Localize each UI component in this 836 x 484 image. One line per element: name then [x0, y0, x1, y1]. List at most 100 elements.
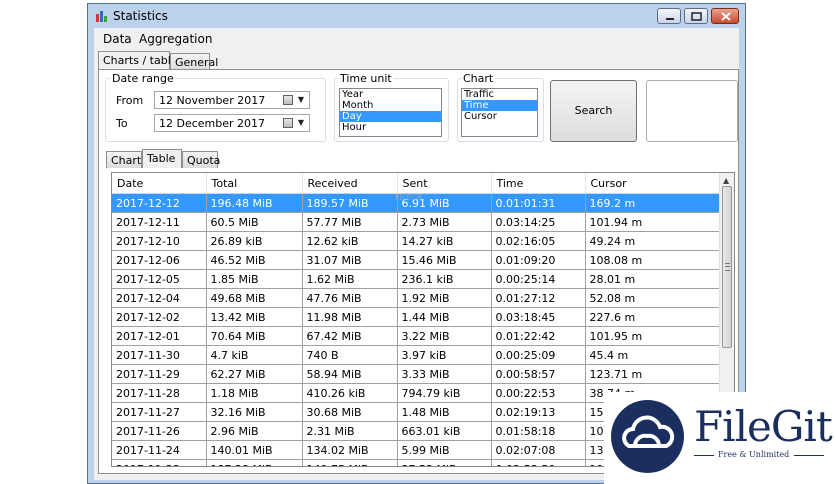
table-row[interactable]: 2017-12-10 26.89 kiB 12.62 kiB 14.27 kiB 0.0…	[112, 231, 722, 251]
table-cell-received: 134.02 MiB	[302, 440, 398, 460]
table-cell-received: 12.62 kiB	[302, 231, 398, 251]
table-cell-cursor: 49.24 m	[585, 231, 722, 251]
from-date-picker[interactable]: 12 November 2017 ▼	[154, 91, 310, 109]
search-button[interactable]: Search	[550, 80, 637, 142]
table-row[interactable]: 2017-11-29 62.27 MiB 58.94 MiB 3.33 MiB 0.00…	[112, 364, 722, 384]
table-cell-date: 2017-11-30	[112, 345, 207, 365]
chart-label: Chart	[461, 72, 496, 85]
table-cell-total: 140.01 MiB	[206, 440, 303, 460]
time-unit-option-day[interactable]: Day	[340, 111, 441, 122]
chart-option-cursor[interactable]: Cursor	[462, 111, 537, 122]
column-header-sent[interactable]: Sent	[397, 173, 492, 194]
table-cell-received: 189.57 MiB	[302, 193, 398, 213]
bar-chart-icon	[96, 11, 107, 22]
table-cell-date: 2017-11-27	[112, 402, 207, 422]
table-row[interactable]: 2017-12-01 70.64 MiB 67.42 MiB 3.22 MiB 0.01…	[112, 326, 722, 346]
column-header-cursor[interactable]: Cursor	[585, 173, 722, 194]
table-cell-date: 2017-12-04	[112, 288, 207, 308]
table-cell-time: 0.00:25:09	[491, 345, 586, 365]
table-cell-total: 4.7 kiB	[206, 345, 303, 365]
table-row[interactable]: 2017-11-30 4.7 kiB 740 B 3.97 kiB 0.00:25:09…	[112, 345, 722, 365]
table-cell-time: 0.01:27:12	[491, 288, 586, 308]
table-cell-time: 0.02:07:08	[491, 440, 586, 460]
maximize-button[interactable]	[684, 8, 708, 24]
table-cell-date: 2017-12-06	[112, 250, 207, 270]
time-unit-option-hour[interactable]: Hour	[340, 122, 441, 133]
table-cell-time: 0.00:22:53	[491, 383, 586, 403]
table-cell-total: 2.96 MiB	[206, 421, 303, 441]
table-cell-received: 410.26 kiB	[302, 383, 398, 403]
table-cell-sent: 2.73 MiB	[397, 212, 492, 232]
table-cell-received: 58.94 MiB	[302, 364, 398, 384]
table-cell-sent: 5.99 MiB	[397, 440, 492, 460]
tagline-rule-left	[694, 455, 714, 456]
table-cell-total: 70.64 MiB	[206, 326, 303, 346]
to-label: To	[116, 117, 128, 130]
tab-chart[interactable]: Chart	[106, 151, 142, 168]
table-cell-time: 0.03:53:50	[491, 459, 586, 466]
calendar-icon	[283, 95, 293, 105]
scroll-up-icon[interactable]: ▲	[723, 176, 729, 185]
to-date-value: 12 December 2017	[159, 117, 266, 130]
chevron-down-icon: ▼	[297, 118, 304, 127]
table-cell-date: 2017-11-28	[112, 383, 207, 403]
table-cell-time: 0.01:09:20	[491, 250, 586, 270]
menu-aggregation[interactable]: Aggregation	[139, 32, 212, 46]
table-cell-time: 0.03:14:25	[491, 212, 586, 232]
chart-option-time[interactable]: Time	[462, 100, 537, 111]
cloud-logo-icon	[611, 400, 684, 473]
time-unit-option-month[interactable]: Month	[340, 100, 441, 111]
column-header-received[interactable]: Received	[302, 173, 398, 194]
table-row[interactable]: 2017-12-05 1.85 MiB 1.62 MiB 236.1 kiB 0.00:…	[112, 269, 722, 289]
table-cell-time: 0.03:18:45	[491, 307, 586, 327]
table-row[interactable]: 2017-12-02 13.42 MiB 11.98 MiB 1.44 MiB 0.03…	[112, 307, 722, 327]
table-cell-received: 30.68 MiB	[302, 402, 398, 422]
table-cell-time: 0.02:16:05	[491, 231, 586, 251]
table-cell-sent: 1.44 MiB	[397, 307, 492, 327]
table-cell-time: 0.01:58:18	[491, 421, 586, 441]
table-cell-total: 46.52 MiB	[206, 250, 303, 270]
table-cell-time: 0.00:58:57	[491, 364, 586, 384]
table-cell-date: 2017-12-10	[112, 231, 207, 251]
to-date-picker[interactable]: 12 December 2017 ▼	[154, 114, 310, 132]
table-cell-total: 1.18 MiB	[206, 383, 303, 403]
tab-charts-tables[interactable]: Charts / tables	[98, 51, 183, 70]
time-unit-option-year[interactable]: Year	[340, 89, 441, 100]
menu-data[interactable]: Data	[103, 32, 132, 46]
table-cell-sent: 3.22 MiB	[397, 326, 492, 346]
table-cell-sent: 15.46 MiB	[397, 250, 492, 270]
minimize-button[interactable]	[657, 8, 681, 24]
table-cell-total: 196.48 MiB	[206, 193, 303, 213]
table-cell-time: 0.01:22:42	[491, 326, 586, 346]
scrollbar-thumb[interactable]	[722, 186, 732, 348]
chart-listbox[interactable]: Traffic Time Cursor	[461, 88, 538, 137]
table-cell-date: 2017-12-02	[112, 307, 207, 327]
tab-table[interactable]: Table	[142, 149, 182, 168]
table-cell-received: 57.77 MiB	[302, 212, 398, 232]
table-cell-cursor: 101.95 m	[585, 326, 722, 346]
table-cell-cursor: 108.08 m	[585, 250, 722, 270]
table-cell-sent: 1.92 MiB	[397, 288, 492, 308]
table-cell-date: 2017-11-23	[112, 459, 207, 466]
table-cell-cursor: 123.71 m	[585, 364, 722, 384]
time-unit-listbox[interactable]: Year Month Day Hour	[339, 88, 442, 137]
brand-tagline: Free & Unlimited	[718, 450, 790, 459]
chart-option-traffic[interactable]: Traffic	[462, 89, 537, 100]
table-cell-date: 2017-12-12	[112, 193, 207, 213]
column-header-total[interactable]: Total	[206, 173, 303, 194]
table-row[interactable]: 2017-12-04 49.68 MiB 47.76 MiB 1.92 MiB 0.01…	[112, 288, 722, 308]
table-cell-received: 2.31 MiB	[302, 421, 398, 441]
table-row[interactable]: 2017-12-06 46.52 MiB 31.07 MiB 15.46 MiB 0.0…	[112, 250, 722, 270]
tab-quota[interactable]: Quota	[182, 151, 220, 168]
from-label: From	[116, 94, 144, 107]
window-title: Statistics	[113, 9, 168, 23]
close-button[interactable]	[711, 8, 739, 24]
title-bar[interactable]: Statistics	[88, 4, 745, 28]
column-header-date[interactable]: Date	[112, 173, 207, 194]
table-cell-total: 49.68 MiB	[206, 288, 303, 308]
table-cell-received: 740 B	[302, 345, 398, 365]
column-header-time[interactable]: Time	[491, 173, 586, 194]
table-row[interactable]: 2017-12-11 60.5 MiB 57.77 MiB 2.73 MiB 0.03:…	[112, 212, 722, 232]
tab-general[interactable]: General	[170, 53, 218, 70]
table-cell-cursor: 45.4 m	[585, 345, 722, 365]
